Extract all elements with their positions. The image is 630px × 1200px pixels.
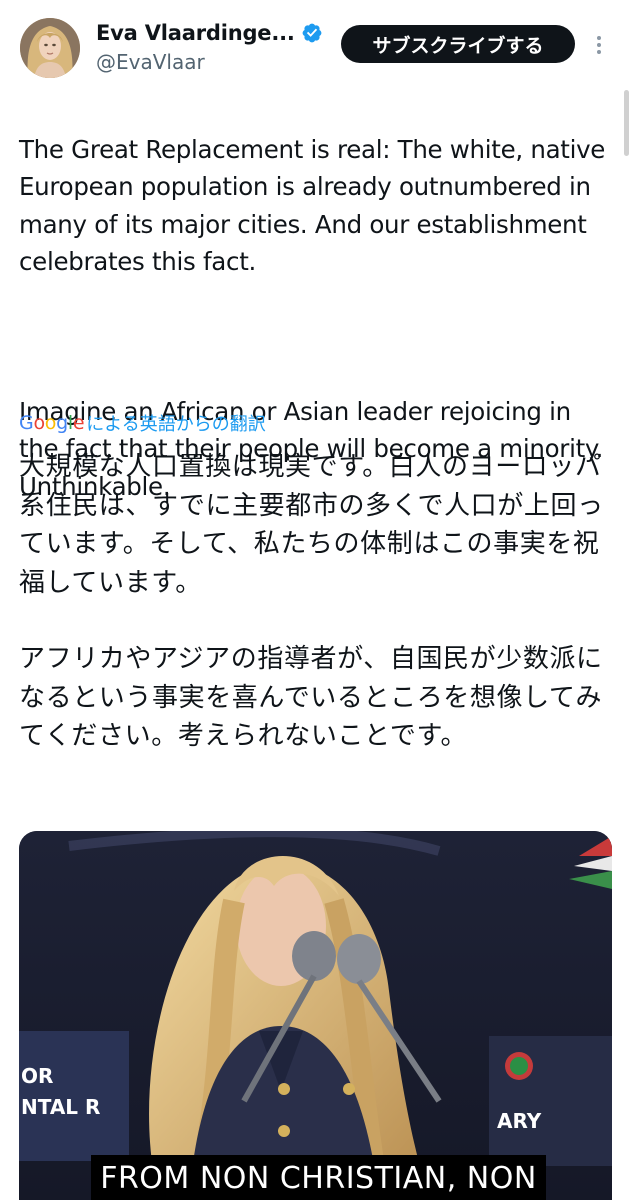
- video-caption: FROM NON CHRISTIAN, NON: [91, 1155, 546, 1200]
- sign-right-text: ARY: [497, 1109, 542, 1133]
- avatar[interactable]: [20, 18, 80, 78]
- user-handle[interactable]: @EvaVlaar: [96, 50, 323, 74]
- google-logo: Google: [19, 412, 85, 434]
- subscribe-button[interactable]: サブスクライブする: [341, 25, 575, 63]
- sign-left-text: NTAL R: [21, 1095, 100, 1119]
- translated-paragraph: 大規模な人口置換は現実です。白人のヨーロッパ系住民は、すでに主要都市の多くで人口…: [19, 452, 604, 598]
- translated-text: 大規模な人口置換は現実です。白人のヨーロッパ系住民は、すでに主要都市の多くで人口…: [19, 448, 615, 756]
- author-block: Eva Vlaardinge... @EvaVlaar: [96, 18, 323, 74]
- tweet-header: Eva Vlaardinge... @EvaVlaar サブスクライブする: [0, 0, 630, 96]
- sign-left-text: OR: [21, 1064, 53, 1088]
- video-frame: OR NTAL R ARY: [19, 831, 612, 1200]
- verified-badge-icon: [302, 23, 322, 43]
- scrollbar[interactable]: [624, 90, 629, 156]
- translated-paragraph: アフリカやアジアの指導者が、自国民が少数派になるという事実を喜んでいるところを想…: [19, 644, 603, 751]
- google-wordmark: Google: [19, 412, 85, 434]
- video-media[interactable]: OR NTAL R ARY FROM NON CHRISTIAN, NON: [19, 831, 612, 1200]
- translation-label[interactable]: による英語からの翻訳: [86, 410, 265, 436]
- display-name[interactable]: Eva Vlaardinge...: [96, 21, 295, 45]
- tweet-paragraph: The Great Replacement is real: The white…: [19, 134, 606, 277]
- more-vertical-icon[interactable]: [591, 30, 607, 60]
- translation-attribution[interactable]: Google による英語からの翻訳: [19, 410, 266, 436]
